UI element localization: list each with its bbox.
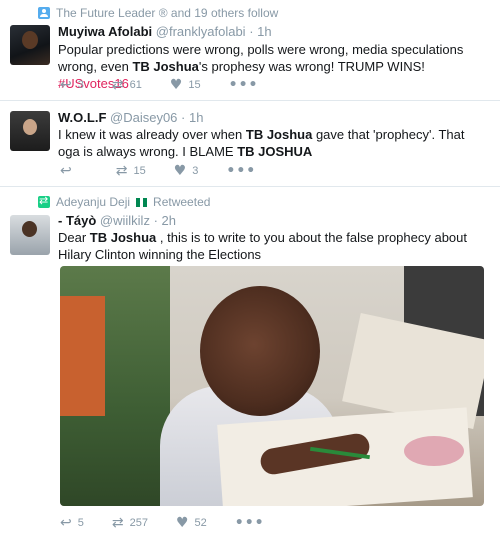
timestamp[interactable]: 1h <box>189 110 203 125</box>
tweet-photo[interactable] <box>60 266 484 506</box>
reply-button[interactable]: ↩ <box>60 164 72 178</box>
retweeted-label: Retweeted <box>153 195 211 209</box>
tweet-text-bold: TB Joshua <box>89 230 157 245</box>
like-button[interactable]: ♥ 3 <box>174 164 199 178</box>
display-name[interactable]: W.O.L.F <box>58 110 106 125</box>
like-count: 3 <box>192 165 199 177</box>
display-name[interactable]: - Táyò <box>58 213 96 228</box>
retweeter-name[interactable]: Adeyanju Deji <box>56 195 130 209</box>
social-context: The Future Leader ® and 19 others follow <box>38 6 278 20</box>
like-count: 52 <box>194 517 207 529</box>
reply-icon: ↩ <box>60 77 72 93</box>
tweet[interactable]: The Future Leader ® and 19 others follow… <box>0 0 500 101</box>
timeline: The Future Leader ® and 19 others follow… <box>0 0 500 541</box>
more-button[interactable]: ••• <box>229 78 259 92</box>
avatar[interactable] <box>10 25 50 65</box>
reply-count: 3 <box>77 79 84 91</box>
more-button[interactable]: ••• <box>235 516 265 530</box>
reply-button[interactable]: ↩ 3 <box>60 78 84 92</box>
photo-child-head <box>200 286 320 416</box>
tweet-text-part: Dear <box>58 230 90 245</box>
timestamp[interactable]: 2h <box>162 213 176 228</box>
tweet-actions: ↩ 3 ⇄ 61 ♥ 15 ••• <box>60 78 259 92</box>
retweet-context-icon <box>38 194 50 208</box>
retweet-count: 15 <box>133 165 146 177</box>
like-count: 15 <box>188 79 201 91</box>
person-icon <box>38 7 50 19</box>
reply-button[interactable]: ↩ 5 <box>60 516 84 530</box>
reply-icon: ↩ <box>60 163 72 179</box>
tweet-header: - Táyò @wiilkilz · 2h <box>58 213 176 228</box>
more-button[interactable]: ••• <box>226 164 256 178</box>
separator-dot: · <box>181 110 186 125</box>
retweet-icon: ⇄ <box>111 77 124 93</box>
retweet-context: Adeyanju Deji Retweeted <box>38 194 211 209</box>
tweet-actions: ↩ ⇄ 15 ♥ 3 ••• <box>60 164 256 178</box>
separator-dot: · <box>249 24 254 39</box>
photo-drawing <box>404 436 464 466</box>
more-icon: ••• <box>226 163 257 179</box>
avatar[interactable] <box>10 215 50 255</box>
tweet-text-part: I knew it was already over when <box>58 127 246 142</box>
retweet-button[interactable]: ⇄ 257 <box>112 516 148 530</box>
like-icon: ♥ <box>169 77 183 93</box>
separator-dot: · <box>153 213 158 228</box>
photo-orange-sleeve <box>60 296 105 416</box>
retweet-button[interactable]: ⇄ 61 <box>112 78 142 92</box>
more-icon: ••• <box>234 515 265 531</box>
retweet-count: 257 <box>129 517 148 529</box>
tweet[interactable]: W.O.L.F @Daisey06 · 1h I knew it was alr… <box>0 101 500 187</box>
reply-count: 5 <box>77 517 84 529</box>
like-button[interactable]: ♥ 52 <box>176 516 207 530</box>
tweet-text-bold: TB Joshua <box>245 127 313 142</box>
tweet-text: Dear TB Joshua , this is to write to you… <box>58 229 480 263</box>
retweet-icon: ⇄ <box>111 515 124 531</box>
nigeria-flag-icon <box>136 197 148 207</box>
social-context-text: The Future Leader ® and 19 others follow <box>56 6 279 20</box>
reply-icon: ↩ <box>60 515 72 531</box>
more-icon: ••• <box>228 77 259 93</box>
retweet-button[interactable]: ⇄ 15 <box>116 164 146 178</box>
tweet-header: W.O.L.F @Daisey06 · 1h <box>58 110 203 125</box>
like-icon: ♥ <box>175 515 189 531</box>
retweet-icon: ⇄ <box>115 163 128 179</box>
tweet-text-bold: TB Joshua <box>132 59 199 74</box>
user-handle[interactable]: @Daisey06 <box>110 110 177 125</box>
tweet-text-part: 's prophesy was wrong! TRUMP WINS! <box>198 59 425 74</box>
tweet-header: Muyiwa Afolabi @franklyafolabi · 1h <box>58 24 272 39</box>
user-handle[interactable]: @franklyafolabi <box>156 24 246 39</box>
avatar[interactable] <box>10 111 50 151</box>
tweet-actions: ↩ 5 ⇄ 257 ♥ 52 ••• <box>60 516 265 530</box>
like-button[interactable]: ♥ 15 <box>170 78 201 92</box>
tweet[interactable]: Adeyanju Deji Retweeted - Táyò @wiilkilz… <box>0 187 500 541</box>
like-icon: ♥ <box>173 163 187 179</box>
user-handle[interactable]: @wiilkilz <box>100 213 150 228</box>
timestamp[interactable]: 1h <box>257 24 271 39</box>
display-name[interactable]: Muyiwa Afolabi <box>58 24 152 39</box>
tweet-text-bold: TB JOSHUA <box>237 144 313 159</box>
tweet-text: I knew it was already over when TB Joshu… <box>58 126 486 160</box>
retweet-count: 61 <box>129 79 142 91</box>
